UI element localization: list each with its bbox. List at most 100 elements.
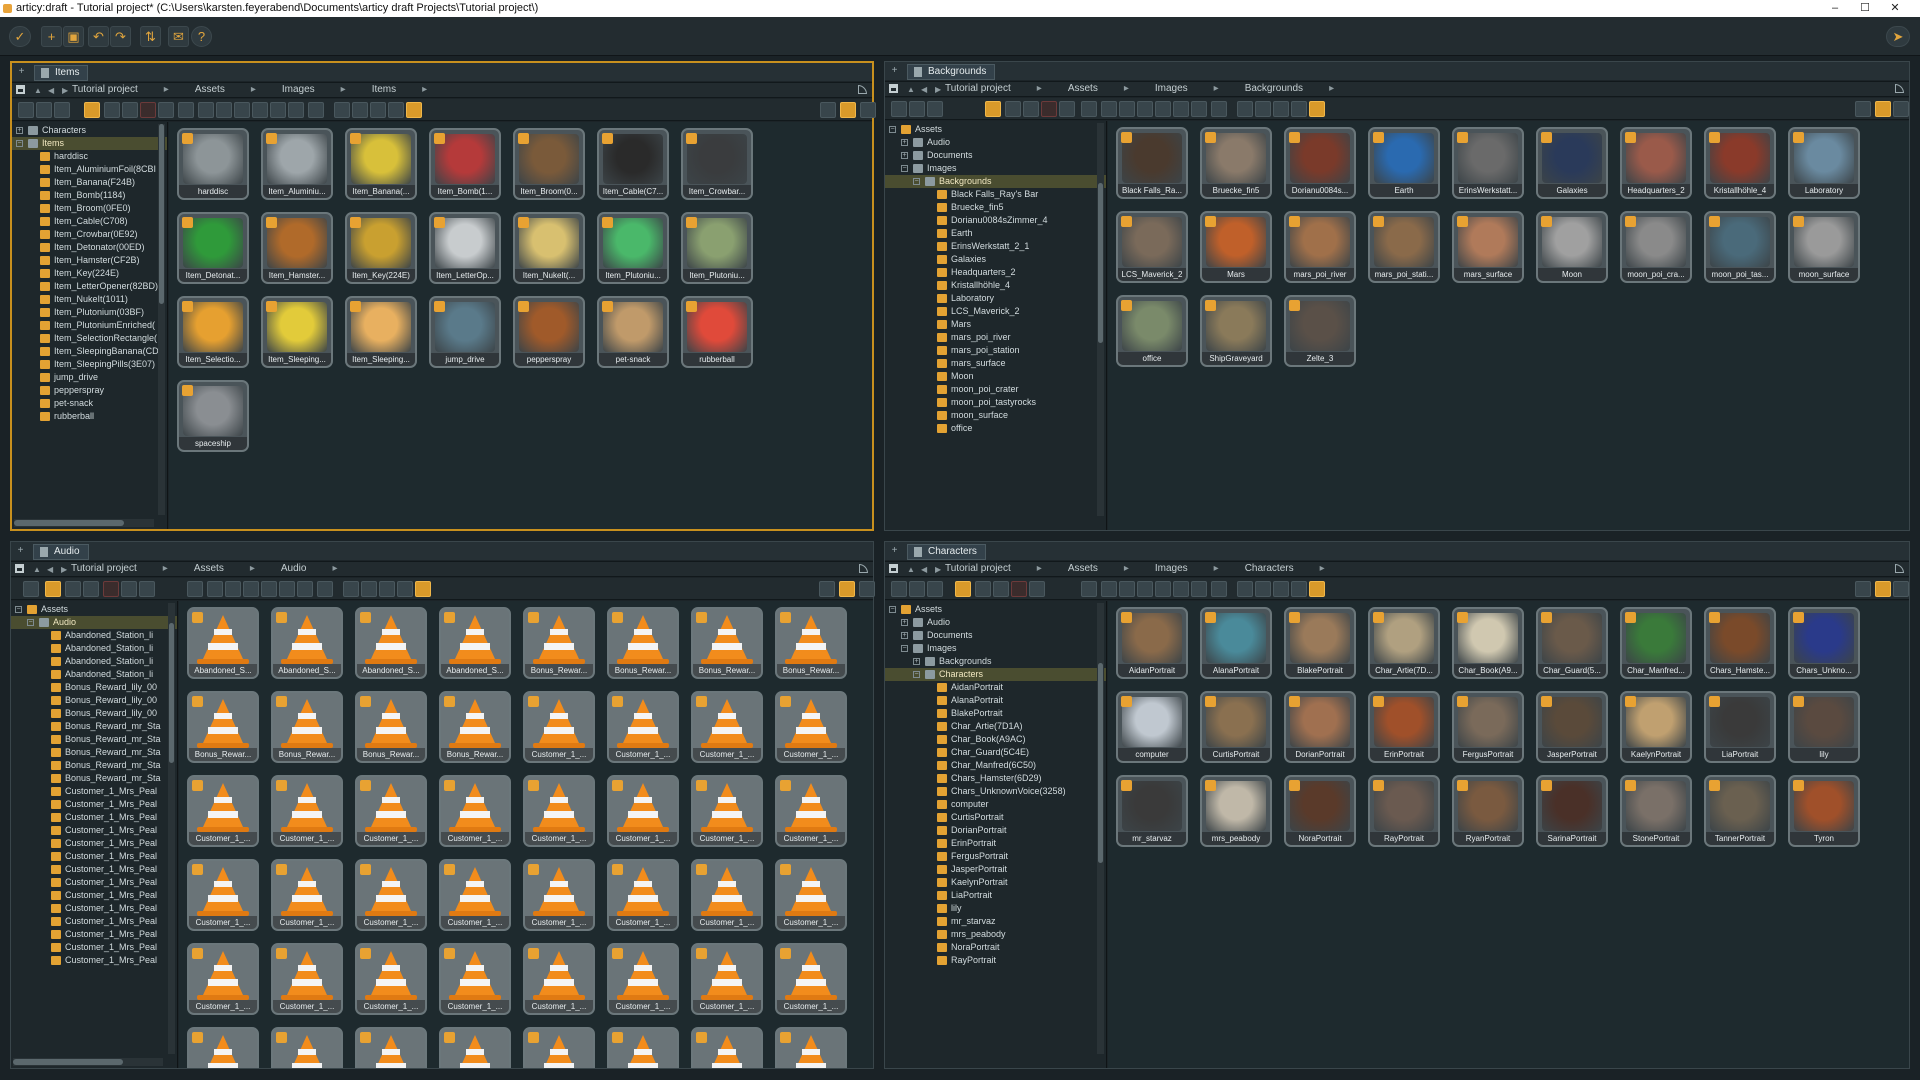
breadcrumb-item[interactable]: Assets — [194, 562, 224, 576]
list-view-icon[interactable] — [18, 102, 34, 118]
tree-scrollbar[interactable] — [158, 124, 165, 515]
tree-item[interactable]: LCS_Maverick_2 — [885, 305, 1106, 318]
asset-tile[interactable]: ShipGraveyard — [1200, 295, 1272, 367]
asset-tile[interactable]: Kristallhöhle_4 — [1704, 127, 1776, 199]
tree-item[interactable]: − Assets — [885, 603, 1106, 616]
asset-tile[interactable]: NoraPortrait — [1284, 775, 1356, 847]
export-icon[interactable] — [1211, 101, 1227, 117]
tree-item[interactable]: Item_Crowbar(0E92) — [12, 228, 167, 241]
help-icon[interactable]: ? — [191, 26, 212, 47]
collapse-icon[interactable]: − — [901, 165, 908, 172]
tile-view-icon[interactable] — [840, 102, 856, 118]
tree-item[interactable]: Customer_1_Mrs_Peal — [11, 902, 177, 915]
tree-item[interactable]: + Documents — [885, 629, 1106, 642]
paste-icon[interactable] — [288, 102, 304, 118]
asset-tile[interactable]: Customer_1_... — [439, 943, 511, 1015]
asset-tile[interactable]: Customer_1_... — [355, 775, 427, 847]
asset-tile[interactable]: Item_Detonat... — [177, 212, 249, 284]
trash-icon[interactable] — [158, 102, 174, 118]
trash-icon[interactable] — [1059, 101, 1075, 117]
asset-tile[interactable]: mr_starvaz — [1116, 775, 1188, 847]
find-icon[interactable] — [139, 581, 155, 597]
asset-tile[interactable]: Customer_1_... — [187, 859, 259, 931]
edit-icon[interactable] — [234, 102, 250, 118]
forward-nav-icon[interactable]: ▶ — [935, 563, 941, 577]
tree-item[interactable]: − Characters — [885, 668, 1106, 681]
asset-tile[interactable]: moon_poi_cra... — [1620, 211, 1692, 283]
asset-tile[interactable]: Bonus_Rewar... — [607, 607, 679, 679]
asset-tile[interactable]: jump_drive — [429, 296, 501, 368]
edit-icon[interactable] — [23, 581, 39, 597]
tree-item[interactable]: Abandoned_Station_li — [11, 655, 177, 668]
asset-tile[interactable]: JasperPortrait — [1536, 691, 1608, 763]
new-asset-icon[interactable] — [207, 581, 223, 597]
tree-item[interactable]: computer — [885, 798, 1106, 811]
asset-tile[interactable]: StonePortrait — [1620, 775, 1692, 847]
asset-tile[interactable]: Tyron — [1788, 775, 1860, 847]
search-icon[interactable] — [1005, 101, 1021, 117]
breadcrumb-trail[interactable]: Tutorial project ▸ Assets ▸ Images ▸ Character… — [945, 562, 1351, 576]
search-icon[interactable] — [104, 102, 120, 118]
asset-tile[interactable]: AlanaPortrait — [1200, 607, 1272, 679]
import-icon[interactable] — [1119, 581, 1135, 597]
tree-item[interactable]: Item_SelectionRectangle( — [12, 332, 167, 345]
asset-tile[interactable]: Customer_1_... — [607, 691, 679, 763]
tree-item[interactable]: Bonus_Reward_mr_Sta — [11, 759, 177, 772]
collapse-icon[interactable]: − — [27, 619, 34, 626]
collapse-icon[interactable]: − — [913, 178, 920, 185]
asset-tile[interactable]: ErinsWerkstatt... — [1452, 127, 1524, 199]
tree-hscrollbar[interactable] — [13, 1058, 163, 1066]
new-asset-icon[interactable] — [1101, 581, 1117, 597]
tree-item[interactable]: pet-snack — [12, 397, 167, 410]
tree-scrollbar[interactable] — [168, 603, 175, 1054]
zoom-out-icon[interactable] — [1255, 581, 1271, 597]
cut-icon[interactable] — [1155, 101, 1171, 117]
asset-tile[interactable] — [691, 1027, 763, 1068]
tile-view-icon[interactable] — [839, 581, 855, 597]
asset-tile[interactable] — [607, 1027, 679, 1068]
add-tab-icon[interactable]: + — [889, 545, 900, 556]
undo-icon[interactable]: ↶ — [88, 26, 109, 47]
up-icon[interactable]: ▲ — [34, 84, 42, 98]
asset-tile[interactable]: RyanPortrait — [1452, 775, 1524, 847]
import-icon[interactable] — [216, 102, 232, 118]
asset-tile[interactable]: Item_NukeIt(... — [513, 212, 585, 284]
bookmark-icon[interactable] — [187, 581, 203, 597]
tree-item[interactable]: office — [885, 422, 1106, 435]
tree-item[interactable]: Chars_Hamster(6D29) — [885, 772, 1106, 785]
asset-tile[interactable]: Item_Cable(C7... — [597, 128, 669, 200]
send-icon[interactable] — [1309, 101, 1325, 117]
asset-tile[interactable]: Customer_1_... — [523, 775, 595, 847]
tree-item[interactable]: FergusPortrait — [885, 850, 1106, 863]
tree-item[interactable]: − Backgrounds — [885, 175, 1106, 188]
asset-tile[interactable]: Customer_1_... — [523, 943, 595, 1015]
asset-tile[interactable] — [439, 1027, 511, 1068]
tree-view-icon[interactable] — [36, 102, 52, 118]
tree-item[interactable]: Black Falls_Ray's Bar — [885, 188, 1106, 201]
back-nav-icon[interactable]: ◀ — [921, 83, 927, 97]
tree-item[interactable]: JasperPortrait — [885, 863, 1106, 876]
asset-tile[interactable]: Bonus_Rewar... — [691, 607, 763, 679]
asset-tile[interactable]: harddisc — [177, 128, 249, 200]
tree-item[interactable]: mrs_peabody — [885, 928, 1106, 941]
zoom-out-icon[interactable] — [1255, 101, 1271, 117]
back-nav-icon[interactable]: ◀ — [48, 84, 54, 98]
tree-item[interactable]: BlakePortrait — [885, 707, 1106, 720]
back-nav-icon[interactable]: ◀ — [47, 563, 53, 577]
tree-item[interactable]: DorianPortrait — [885, 824, 1106, 837]
tree-item[interactable]: AlanaPortrait — [885, 694, 1106, 707]
asset-tile[interactable]: moon_surface — [1788, 211, 1860, 283]
feed-icon[interactable] — [1895, 564, 1904, 573]
asset-tile[interactable]: Item_Banana(... — [345, 128, 417, 200]
tree-item[interactable]: Item_SleepingBanana(CD — [12, 345, 167, 358]
import-icon[interactable] — [1119, 101, 1135, 117]
asset-tile[interactable]: Customer_1_... — [439, 775, 511, 847]
app-menu-icon[interactable]: ➤ — [1886, 26, 1910, 47]
breadcrumb-item[interactable]: Tutorial project — [945, 82, 1011, 96]
asset-tile[interactable]: mrs_peabody — [1200, 775, 1272, 847]
zoom-in-icon[interactable] — [1237, 101, 1253, 117]
asset-tile[interactable] — [187, 1027, 259, 1068]
tree-item[interactable]: Customer_1_Mrs_Peal — [11, 837, 177, 850]
breadcrumb-item[interactable]: Assets — [195, 83, 225, 97]
filter-icon[interactable] — [65, 581, 81, 597]
